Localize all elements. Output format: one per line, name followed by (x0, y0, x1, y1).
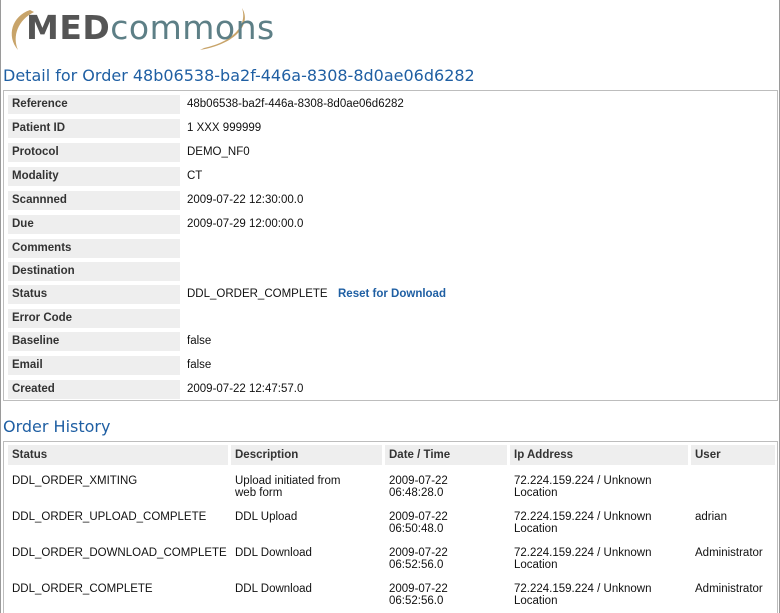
detail-label: Baseline (8, 332, 180, 351)
detail-label: Comments (8, 239, 180, 258)
detail-label: Modality (8, 167, 180, 186)
column-header-description: Description (231, 445, 382, 465)
cell-time: 06:50:48.0 (389, 523, 444, 535)
cell-user: Administrator (695, 583, 763, 595)
cell-ip-location: Location (514, 523, 558, 535)
cell-ip: 72.224.159.224 / Unknown (514, 475, 652, 487)
cell-status: DDL_ORDER_DOWNLOAD_COMPLETE (12, 547, 227, 559)
detail-label: Scannned (8, 191, 180, 210)
cell-ip: 72.224.159.224 / Unknown (514, 583, 652, 595)
detail-value: CT (187, 170, 203, 182)
cell-status: DDL_ORDER_XMITING (12, 475, 138, 487)
detail-row-comments: Comments (4, 237, 777, 260)
cell-user: Administrator (695, 547, 763, 559)
detail-value: 1 XXX 999999 (187, 122, 262, 134)
order-history-title: Order History (3, 417, 111, 436)
detail-row-patient-id: Patient ID 1 XXX 999999 (4, 117, 777, 140)
detail-row-protocol: Protocol DEMO_NF0 (4, 141, 777, 164)
detail-value: 2009-07-22 12:47:57.0 (187, 383, 304, 395)
cell-description: DDL Upload (235, 511, 298, 523)
cell-description: DDL Download (235, 583, 312, 595)
detail-row-destination: Destination (4, 260, 777, 283)
detail-value: false (187, 359, 212, 371)
detail-label: Destination (8, 262, 180, 281)
detail-value: 2009-07-22 12:30:00.0 (187, 194, 304, 206)
column-header-user: User (691, 445, 775, 465)
cell-ip-location: Location (514, 595, 558, 607)
detail-row-error-code: Error Code (4, 307, 777, 330)
detail-row-scanned: Scannned 2009-07-22 12:30:00.0 (4, 189, 777, 212)
header: MEDcommons (1, 0, 779, 58)
medcommons-logo[interactable]: MEDcommons (4, 4, 274, 52)
logo-med-text: MED (26, 8, 111, 47)
detail-label: Patient ID (8, 119, 180, 138)
detail-row-reference: Reference 48b06538-ba2f-446a-8308-8d0ae0… (4, 93, 777, 116)
detail-value: 2009-07-29 12:00:00.0 (187, 218, 304, 230)
detail-label: Status (8, 285, 180, 304)
column-header-status: Status (8, 445, 228, 465)
reset-for-download-link[interactable]: Reset for Download (338, 285, 446, 304)
cell-description: DDL Download (235, 547, 312, 559)
column-header-ip-address: Ip Address (510, 445, 688, 465)
column-header-date-time: Date / Time (385, 445, 507, 465)
detail-row-due: Due 2009-07-29 12:00:00.0 (4, 213, 777, 236)
cell-description-line2: web form (235, 487, 283, 499)
cell-description: Upload initiated from (235, 475, 341, 487)
detail-value: false (187, 335, 212, 347)
logo-commons-text: commons (110, 8, 275, 47)
cell-ip-location: Location (514, 559, 558, 571)
detail-label: Email (8, 356, 180, 375)
detail-row-baseline: Baseline false (4, 330, 777, 353)
detail-label: Created (8, 380, 180, 399)
detail-label: Protocol (8, 143, 180, 162)
detail-row-email: Email false (4, 354, 777, 377)
cell-date: 2009-07-22 (389, 511, 448, 523)
detail-row-modality: Modality CT (4, 165, 777, 188)
cell-date: 2009-07-22 (389, 547, 448, 559)
cell-ip-location: Location (514, 487, 558, 499)
cell-date: 2009-07-22 (389, 475, 448, 487)
cell-time: 06:52:56.0 (389, 559, 444, 571)
detail-label: Error Code (8, 309, 180, 328)
order-history-table: Status Description Date / Time Ip Addres… (3, 441, 778, 613)
detail-label: Due (8, 215, 180, 234)
detail-row-status: Status DDL_ORDER_COMPLETE Reset for Down… (4, 283, 777, 306)
cell-status: DDL_ORDER_COMPLETE (12, 583, 153, 595)
detail-value: 48b06538-ba2f-446a-8308-8d0ae06d6282 (187, 98, 404, 110)
order-detail-table: Reference 48b06538-ba2f-446a-8308-8d0ae0… (3, 90, 778, 401)
cell-time: 06:48:28.0 (389, 487, 444, 499)
cell-date: 2009-07-22 (389, 583, 448, 595)
cell-time: 06:52:56.0 (389, 595, 444, 607)
cell-ip: 72.224.159.224 / Unknown (514, 511, 652, 523)
cell-status: DDL_ORDER_UPLOAD_COMPLETE (12, 511, 207, 523)
cell-ip: 72.224.159.224 / Unknown (514, 547, 652, 559)
detail-value: DDL_ORDER_COMPLETE (187, 288, 328, 300)
detail-value: DEMO_NF0 (187, 146, 250, 158)
detail-label: Reference (8, 95, 180, 114)
cell-user: adrian (695, 511, 727, 523)
page-title: Detail for Order 48b06538-ba2f-446a-8308… (3, 66, 475, 85)
detail-row-created: Created 2009-07-22 12:47:57.0 (4, 378, 777, 401)
